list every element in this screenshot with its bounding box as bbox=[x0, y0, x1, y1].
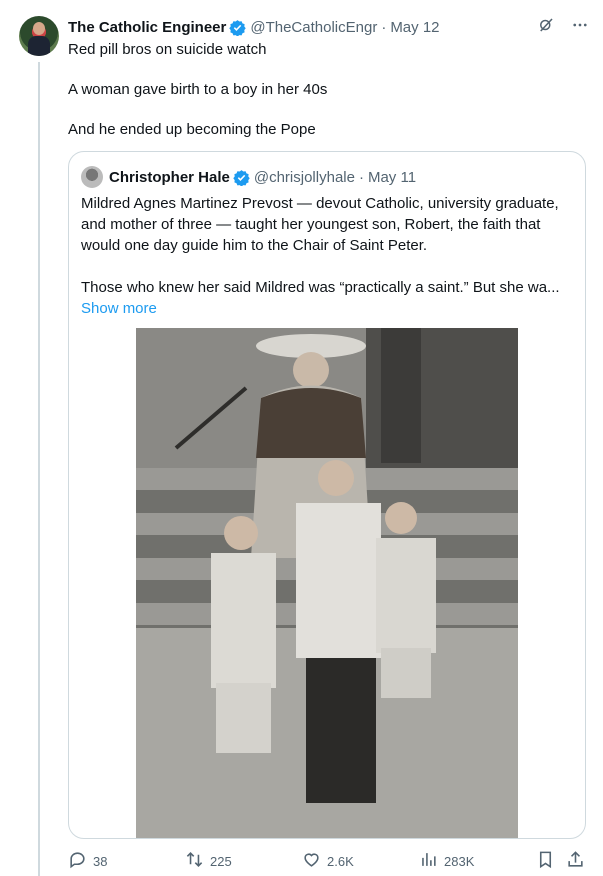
tweet-line-1: Red pill bros on suicide watch bbox=[68, 41, 267, 58]
like-count: 2.6K bbox=[327, 853, 354, 869]
like-icon bbox=[302, 850, 321, 872]
share-icon bbox=[566, 850, 585, 872]
separator-dot: · bbox=[358, 168, 364, 186]
bookmark-icon bbox=[536, 850, 555, 872]
repost-button[interactable]: 225 bbox=[185, 850, 232, 872]
tweet-header: The Catholic Engineer @TheCatholicEngr ·… bbox=[68, 16, 440, 38]
quote-photo[interactable] bbox=[136, 328, 518, 838]
author-handle[interactable]: @TheCatholicEngr bbox=[250, 19, 377, 36]
quote-date: May 11 bbox=[367, 168, 417, 186]
quote-avatar bbox=[81, 166, 103, 188]
tweet-text: Red pill bros on suicide watch A woman g… bbox=[68, 40, 588, 140]
reply-count: 38 bbox=[93, 853, 108, 869]
tweet-actions: 38 225 2.6K 283K bbox=[68, 850, 588, 870]
reply-button[interactable]: 38 bbox=[68, 850, 107, 872]
quote-paragraph-1: Mildred Agnes Martinez Prevost — devout … bbox=[81, 195, 559, 254]
verified-badge-icon bbox=[233, 169, 250, 186]
quote-text: Mildred Agnes Martinez Prevost — devout … bbox=[81, 193, 575, 319]
separator-dot: · bbox=[381, 18, 387, 36]
quote-author-name: Christopher Hale bbox=[109, 168, 230, 186]
tweet-top-actions bbox=[537, 16, 589, 39]
views-button[interactable]: 283K bbox=[419, 850, 474, 872]
grok-icon[interactable] bbox=[537, 16, 555, 39]
views-icon bbox=[419, 850, 438, 872]
share-button[interactable] bbox=[566, 850, 585, 872]
more-icon[interactable] bbox=[571, 16, 589, 39]
tweet-line-2: A woman gave birth to a boy in her 40s bbox=[68, 81, 328, 98]
quoted-tweet[interactable]: Christopher Hale @chrisjollyhale · May 1… bbox=[68, 151, 586, 839]
like-button[interactable]: 2.6K bbox=[302, 850, 354, 872]
quote-paragraph-2: Those who knew her said Mildred was “pra… bbox=[81, 279, 560, 296]
reply-icon bbox=[68, 850, 87, 872]
show-more-link[interactable]: Show more bbox=[81, 300, 157, 317]
repost-count: 225 bbox=[210, 853, 232, 869]
views-count: 283K bbox=[444, 853, 475, 869]
author-avatar[interactable] bbox=[19, 16, 59, 56]
bookmark-button[interactable] bbox=[536, 850, 555, 872]
quote-header: Christopher Hale @chrisjollyhale · May 1… bbox=[81, 166, 416, 188]
author-name[interactable]: The Catholic Engineer bbox=[68, 19, 226, 36]
quote-author-handle: @chrisjollyhale bbox=[253, 168, 355, 186]
tweet-line-3: And he ended up becoming the Pope bbox=[68, 121, 316, 138]
tweet-date[interactable]: May 12 bbox=[390, 19, 439, 36]
verified-badge-icon bbox=[229, 19, 247, 36]
thread-line bbox=[38, 62, 40, 876]
repost-icon bbox=[185, 850, 204, 872]
